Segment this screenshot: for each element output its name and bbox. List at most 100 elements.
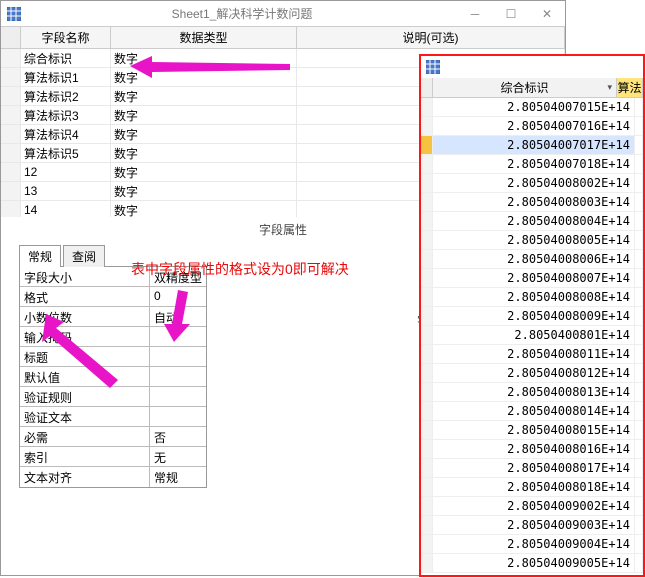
cell-value[interactable]: 2.8050400801E+14 — [433, 326, 635, 344]
property-value[interactable] — [150, 407, 206, 426]
data-row[interactable]: 2.80504008018E+14 — [421, 478, 643, 497]
property-value[interactable] — [150, 347, 206, 366]
data-row[interactable]: 2.80504008004E+14 — [421, 212, 643, 231]
row-selector[interactable] — [421, 193, 433, 211]
field-name-cell[interactable]: 12 — [21, 163, 111, 181]
col-data-type[interactable]: 数据类型 — [111, 27, 297, 48]
row-selector[interactable] — [1, 68, 21, 86]
row-selector[interactable] — [421, 440, 433, 458]
data-row[interactable]: 2.80504009003E+14 — [421, 516, 643, 535]
cell-value[interactable]: 2.80504007018E+14 — [433, 155, 635, 173]
cell-value[interactable]: 2.80504008005E+14 — [433, 231, 635, 249]
column-header-1[interactable]: 综合标识 ▾ — [433, 78, 617, 97]
cell-value[interactable]: 2.80504008007E+14 — [433, 269, 635, 287]
field-type-cell[interactable]: 数字 — [111, 125, 297, 143]
property-value[interactable]: 0 — [150, 287, 206, 306]
row-selector[interactable] — [421, 98, 433, 116]
row-selector[interactable] — [421, 459, 433, 477]
data-row[interactable]: 2.80504008017E+14 — [421, 459, 643, 478]
field-type-cell[interactable]: 数字 — [111, 49, 297, 67]
property-value[interactable] — [150, 367, 206, 386]
row-selector[interactable] — [421, 136, 433, 154]
data-row[interactable]: 2.80504009004E+14 — [421, 535, 643, 554]
cell-value[interactable]: 2.80504008013E+14 — [433, 383, 635, 401]
row-selector[interactable] — [1, 49, 21, 67]
cell-value[interactable]: 2.80504008011E+14 — [433, 345, 635, 363]
cell-value[interactable]: 2.80504008015E+14 — [433, 421, 635, 439]
cell-value[interactable]: 2.80504007016E+14 — [433, 117, 635, 135]
data-row[interactable]: 2.80504008008E+14 — [421, 288, 643, 307]
row-selector[interactable] — [421, 250, 433, 268]
tab-lookup[interactable]: 查阅 — [63, 245, 105, 267]
property-value[interactable]: 自动 — [150, 307, 206, 326]
field-name-cell[interactable]: 13 — [21, 182, 111, 200]
cell-value[interactable]: 2.80504009005E+14 — [433, 554, 635, 572]
row-selector[interactable] — [421, 554, 433, 572]
tab-general[interactable]: 常规 — [19, 245, 61, 267]
row-selector[interactable] — [1, 87, 21, 105]
cell-value[interactable]: 2.80504008016E+14 — [433, 440, 635, 458]
row-selector[interactable] — [1, 106, 21, 124]
row-selector[interactable] — [421, 212, 433, 230]
field-type-cell[interactable]: 数字 — [111, 106, 297, 124]
data-row[interactable]: 2.80504008012E+14 — [421, 364, 643, 383]
close-button[interactable]: ✕ — [529, 1, 565, 27]
col-description[interactable]: 说明(可选) — [297, 27, 565, 48]
field-type-cell[interactable]: 数字 — [111, 68, 297, 86]
data-row[interactable]: 2.80504008016E+14 — [421, 440, 643, 459]
field-type-cell[interactable]: 数字 — [111, 182, 297, 200]
minimize-button[interactable]: ─ — [457, 1, 493, 27]
field-name-cell[interactable]: 综合标识 — [21, 49, 111, 67]
cell-value[interactable]: 2.80504007017E+14 — [433, 136, 635, 154]
data-row[interactable]: 2.80504009005E+14 — [421, 554, 643, 573]
cell-value[interactable]: 2.80504008012E+14 — [433, 364, 635, 382]
cell-value[interactable]: 2.80504007015E+14 — [433, 98, 635, 116]
field-name-cell[interactable]: 算法标识2 — [21, 87, 111, 105]
cell-value[interactable]: 2.80504009002E+14 — [433, 497, 635, 515]
row-selector[interactable] — [421, 326, 433, 344]
row-selector-header[interactable] — [421, 78, 433, 97]
field-type-cell[interactable]: 数字 — [111, 144, 297, 162]
property-value[interactable]: 否 — [150, 427, 206, 446]
data-row[interactable]: 2.80504008011E+14 — [421, 345, 643, 364]
column-header-2[interactable]: 算法 — [617, 78, 643, 97]
cell-value[interactable]: 2.80504009003E+14 — [433, 516, 635, 534]
data-row[interactable]: 2.80504009002E+14 — [421, 497, 643, 516]
field-name-cell[interactable]: 算法标识5 — [21, 144, 111, 162]
row-selector[interactable] — [421, 478, 433, 496]
row-selector[interactable] — [421, 231, 433, 249]
cell-value[interactable]: 2.80504008002E+14 — [433, 174, 635, 192]
row-selector[interactable] — [421, 421, 433, 439]
row-selector[interactable] — [1, 182, 21, 200]
chevron-down-icon[interactable]: ▾ — [607, 82, 612, 93]
row-selector[interactable] — [421, 269, 433, 287]
field-type-cell[interactable]: 数字 — [111, 87, 297, 105]
row-selector[interactable] — [421, 174, 433, 192]
field-type-cell[interactable]: 数字 — [111, 201, 297, 217]
row-selector[interactable] — [421, 497, 433, 515]
field-name-cell[interactable]: 14 — [21, 201, 111, 217]
row-selector[interactable] — [1, 201, 21, 217]
data-row[interactable]: 2.80504008006E+14 — [421, 250, 643, 269]
cell-value[interactable]: 2.80504008018E+14 — [433, 478, 635, 496]
row-selector[interactable] — [421, 364, 433, 382]
row-selector[interactable] — [421, 288, 433, 306]
row-selector[interactable] — [421, 383, 433, 401]
data-row[interactable]: 2.80504008003E+14 — [421, 193, 643, 212]
row-selector[interactable] — [421, 155, 433, 173]
row-selector-header[interactable] — [1, 27, 21, 48]
data-row[interactable]: 2.80504007017E+14 — [421, 136, 643, 155]
row-selector[interactable] — [1, 125, 21, 143]
data-row[interactable]: 2.80504008013E+14 — [421, 383, 643, 402]
cell-value[interactable]: 2.80504008008E+14 — [433, 288, 635, 306]
row-selector[interactable] — [1, 144, 21, 162]
data-row[interactable]: 2.80504008002E+14 — [421, 174, 643, 193]
row-selector[interactable] — [421, 516, 433, 534]
data-row[interactable]: 2.80504008014E+14 — [421, 402, 643, 421]
row-selector[interactable] — [421, 402, 433, 420]
property-value[interactable]: 无 — [150, 447, 206, 466]
cell-value[interactable]: 2.80504008009E+14 — [433, 307, 635, 325]
cell-value[interactable]: 2.80504008014E+14 — [433, 402, 635, 420]
data-row[interactable]: 2.80504007015E+14 — [421, 98, 643, 117]
field-name-cell[interactable]: 算法标识1 — [21, 68, 111, 86]
